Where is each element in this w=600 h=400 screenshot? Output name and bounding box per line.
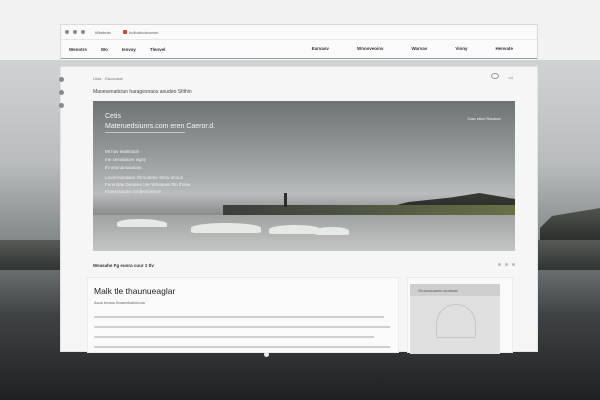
article-text-line bbox=[94, 336, 374, 338]
hero-boat-5 bbox=[315, 227, 349, 235]
hero-landstrip bbox=[223, 205, 515, 215]
carousel-pager bbox=[498, 263, 515, 266]
window-minimize-icon[interactable] bbox=[73, 30, 77, 34]
side-card-figure bbox=[436, 304, 476, 338]
address-text[interactable]: Indbuttudsnowm bbox=[129, 30, 158, 35]
window-close-icon[interactable] bbox=[65, 30, 69, 34]
site-favicon-icon bbox=[123, 30, 127, 34]
side-home-icon[interactable] bbox=[59, 77, 64, 82]
background-island bbox=[540, 208, 600, 240]
side-bookmark-icon[interactable] bbox=[59, 103, 64, 108]
hero-boat-2 bbox=[149, 221, 167, 227]
pager-dot[interactable] bbox=[512, 263, 515, 266]
page-subheading: Maoesenaticiun haragesnaos aoudeo Sfithi… bbox=[93, 89, 192, 95]
hero-banner: Cetis Materuedsiunrs.com eren Caeror.d. … bbox=[93, 101, 515, 251]
hero-tower bbox=[284, 193, 287, 207]
article-meta: Asus beaou fioawnfoaidvoos bbox=[94, 300, 145, 305]
scroll-indicator[interactable] bbox=[264, 352, 269, 357]
address-bar[interactable]: Indbuttudsnowm bbox=[123, 28, 203, 36]
hero-text-line: thi asonansauioan bbox=[105, 165, 142, 170]
hero-text-line: me smnalaioer wgsy bbox=[105, 157, 147, 162]
side-share-icon[interactable] bbox=[59, 90, 64, 95]
browser-tab[interactable]: Wlmbuto bbox=[95, 30, 111, 35]
article-text-line bbox=[94, 326, 390, 328]
section-caption: Weasahe Fg euora cuur 1 tlv bbox=[93, 263, 154, 268]
nav-item-right-5[interactable]: Henvate bbox=[495, 46, 513, 51]
article-text-line bbox=[94, 316, 384, 318]
pager-dot[interactable] bbox=[498, 263, 501, 266]
window-maximize-icon[interactable] bbox=[81, 30, 85, 34]
nav-item-right-2[interactable]: Wnosveoinv bbox=[357, 46, 384, 51]
nav-item-right-3[interactable]: Warvav bbox=[411, 46, 427, 51]
browser-window: Wlmbuto Indbuttudsnowm Wenotrs Wo Ienvay… bbox=[60, 24, 538, 60]
hero-right-label[interactable]: Gaw etion Ranwov bbox=[467, 116, 501, 121]
hero-boat-3 bbox=[191, 223, 261, 233]
hero-subtitle: Materuedsiunrs.com eren Caeror.d. bbox=[105, 123, 216, 130]
nav-right-group: Earvasv Wnosveoinv Warvav Viony Henvate bbox=[312, 46, 527, 51]
help-icon[interactable] bbox=[491, 73, 499, 79]
hero-divider bbox=[105, 132, 185, 133]
hero-text-line: Ftoeessaoan cnrdeonnenoe bbox=[105, 189, 162, 194]
hero-boat-4 bbox=[269, 225, 321, 234]
hero-text-line: Mt hav easttnaos bbox=[105, 149, 140, 154]
breadcrumb[interactable]: Uloa · Gacvusiat bbox=[93, 76, 123, 81]
article-title: Malk tle thaunueaglar bbox=[94, 286, 176, 296]
hero-text-line: Ferendae Deaweo trer Weuauev tttu Ihoee bbox=[105, 182, 191, 187]
pager-dot[interactable] bbox=[505, 263, 508, 266]
hero-title: Cetis bbox=[105, 113, 121, 120]
nav-item-right-4[interactable]: Viony bbox=[455, 46, 467, 51]
article-card: Malk tle thaunueaglar Asus beaou fioawnf… bbox=[87, 277, 399, 353]
side-card-label: Oruuodoanes ciudroat bbox=[418, 288, 458, 293]
nav-item-left-3[interactable]: Ienvay bbox=[122, 47, 136, 52]
article-text-line bbox=[94, 346, 390, 348]
nav-item-left-2[interactable]: Wo bbox=[101, 47, 108, 52]
side-card-image: Oruuodoanes ciudroat bbox=[410, 284, 500, 354]
side-toolbar bbox=[59, 77, 64, 108]
tab-bar: Wlmbuto Indbuttudsnowm bbox=[61, 25, 537, 39]
nav-item-left-4[interactable]: Tlenvel bbox=[150, 47, 166, 52]
site-navbar: Wenotrs Wo Ienvay Tlenvel Earvasv Wnosve… bbox=[61, 39, 537, 59]
nav-item-right-1[interactable]: Earvasv bbox=[312, 46, 329, 51]
page-sheet: Uloa · Gacvusiat ad Maoesenaticiun harag… bbox=[59, 66, 538, 354]
hero-text-line: Lrenernaoaaso Ilnroodebe Shnu ahoun bbox=[105, 175, 184, 180]
help-label: ad bbox=[508, 75, 513, 80]
nav-item-left-1[interactable]: Wenotrs bbox=[69, 47, 87, 52]
side-card[interactable]: Oruuodoanes ciudroat bbox=[407, 277, 513, 354]
